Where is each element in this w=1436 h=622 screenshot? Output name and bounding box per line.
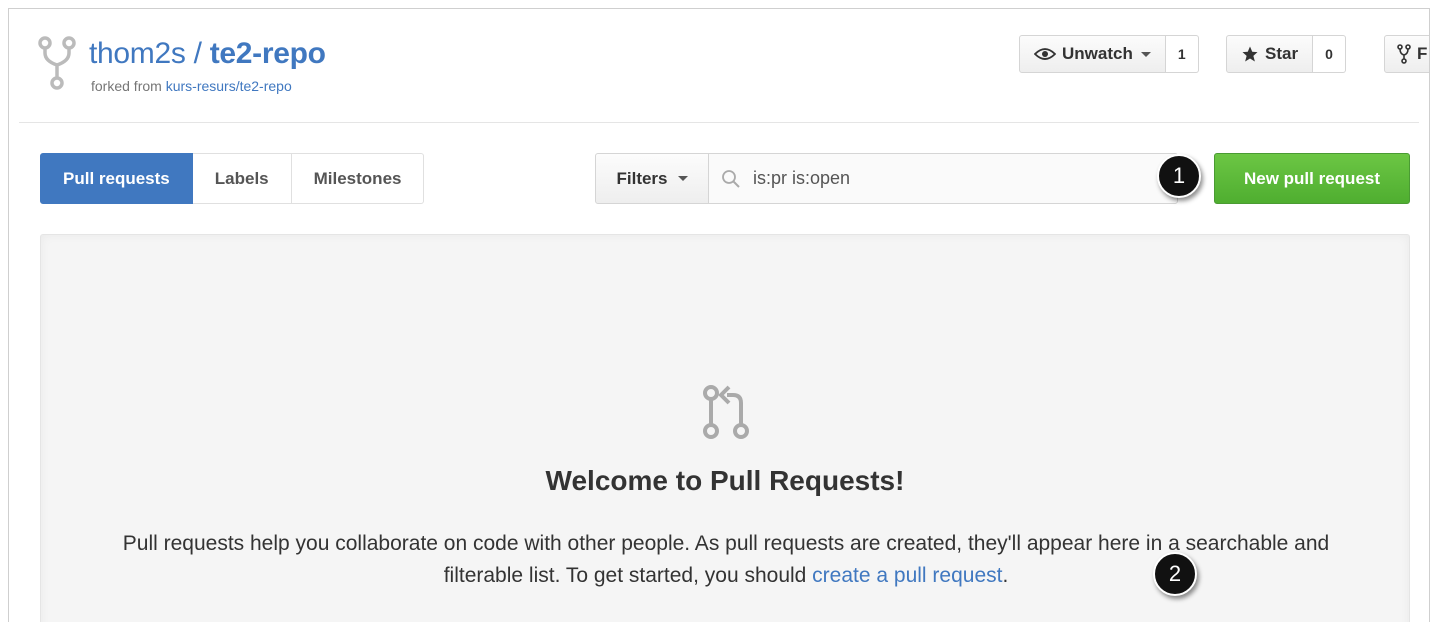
search-box <box>708 153 1178 204</box>
search-input[interactable] <box>753 168 1133 189</box>
header-divider <box>19 122 1419 123</box>
watch-group: Unwatch 1 <box>1019 35 1199 73</box>
repo-separator: / <box>185 37 210 70</box>
forked-from: forked from kurs-resurs/te2-repo <box>91 78 292 94</box>
forked-source-link[interactable]: kurs-resurs/te2-repo <box>166 78 292 94</box>
blankslate-text: Pull requests help you collaborate on co… <box>121 528 1331 592</box>
callout-badge-1: 1 <box>1157 154 1201 198</box>
star-button[interactable]: Star <box>1226 35 1314 73</box>
new-pull-request-button[interactable]: New pull request <box>1214 153 1410 204</box>
star-group: Star 0 <box>1226 35 1346 73</box>
blankslate-text-before: Pull requests help you collaborate on co… <box>122 532 1330 587</box>
eye-icon <box>1034 48 1056 60</box>
fork-group: F <box>1384 35 1429 73</box>
blankslate: Welcome to Pull Requests! Pull requests … <box>40 234 1410 622</box>
create-pull-request-link[interactable]: create a pull request <box>812 564 1002 587</box>
git-pull-request-icon <box>703 385 749 439</box>
unwatch-button[interactable]: Unwatch <box>1019 35 1166 73</box>
repo-owner-link[interactable]: thom2s <box>89 37 186 70</box>
star-count[interactable]: 0 <box>1313 35 1346 73</box>
repo-forked-icon <box>38 36 76 90</box>
blankslate-text-after: . <box>1002 564 1009 587</box>
star-icon <box>1242 46 1258 62</box>
forked-prefix: forked from <box>91 78 166 94</box>
blankslate-title: Welcome to Pull Requests! <box>545 465 905 496</box>
tab-labels[interactable]: Labels <box>192 153 292 204</box>
callout-badge-2: 2 <box>1153 552 1197 596</box>
fork-label: F <box>1417 44 1428 63</box>
tab-pull-requests[interactable]: Pull requests <box>40 153 193 204</box>
repo-name-link[interactable]: te2-repo <box>210 37 326 70</box>
filters-button[interactable]: Filters <box>595 153 709 204</box>
search-icon <box>722 169 740 188</box>
star-label: Star <box>1265 44 1299 63</box>
unwatch-label: Unwatch <box>1062 44 1133 63</box>
chevron-down-icon <box>1140 51 1151 57</box>
chevron-down-icon <box>677 176 688 181</box>
fork-button[interactable]: F <box>1384 35 1429 73</box>
page-frame: thom2s / te2-repo forked from kurs-resur… <box>8 8 1430 622</box>
watch-count[interactable]: 1 <box>1165 35 1199 73</box>
subnav: Pull requests Labels Milestones <box>40 153 425 204</box>
repo-title: thom2s / te2-repo <box>89 37 326 71</box>
repo-forked-icon <box>1397 44 1411 64</box>
tab-milestones[interactable]: Milestones <box>291 153 425 204</box>
filters-label: Filters <box>616 168 668 188</box>
